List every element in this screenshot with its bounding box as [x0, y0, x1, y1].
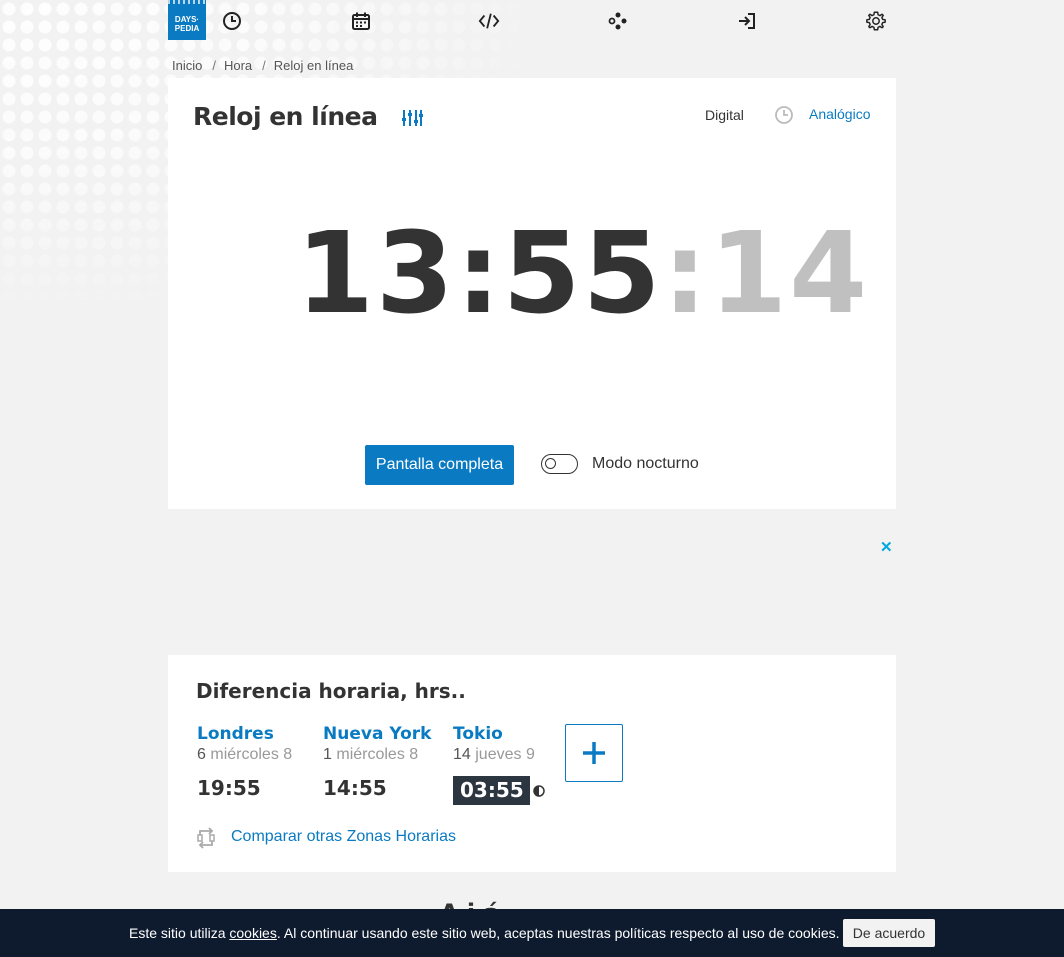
mode-analog-link[interactable]: Analógico [809, 106, 871, 122]
city-diff-hours: 6 [197, 746, 206, 763]
logo-text-top: DAYS· [174, 15, 200, 24]
analog-clock-icon [774, 105, 794, 130]
time-seconds: :14 [662, 209, 870, 339]
fullscreen-button[interactable]: Pantalla completa [365, 445, 514, 485]
logo-text-bottom: PEDIA [174, 24, 200, 33]
compare-time-zones-link[interactable]: Comparar otras Zonas Horarias [231, 828, 456, 846]
city-time: 14:55 [323, 776, 387, 800]
clock-icon[interactable] [221, 10, 243, 32]
city-weekday: jueves 9 [475, 746, 535, 763]
night-mode-toggle[interactable] [541, 454, 578, 474]
city-time: 19:55 [197, 776, 261, 800]
city-weekday: miércoles 8 [210, 746, 293, 763]
city-date: 14 jueves 9 [453, 746, 545, 770]
toggle-knob [545, 458, 556, 469]
city-date: 6 miércoles 8 [197, 746, 292, 770]
cookie-text-after: . Al continuar usando este sitio web, ac… [276, 925, 840, 941]
mode-digital-label[interactable]: Digital [705, 107, 744, 123]
breadcrumb-home[interactable]: Inicio [172, 58, 202, 73]
time-difference-title: Diferencia horaria, hrs.. [196, 679, 466, 703]
time-hours-minutes: 13:55 [296, 209, 663, 339]
night-mode-label: Modo nocturno [592, 455, 699, 472]
cookie-consent-bar: Este sitio utiliza cookies. Al continuar… [0, 909, 1064, 957]
cookie-text-before: Este sitio utiliza [129, 925, 230, 941]
moon-icon [532, 784, 545, 802]
breadcrumb: Inicio / Hora / Reloj en línea [172, 58, 353, 73]
city-london: Londres 6 miércoles 8 19:55 [197, 724, 292, 800]
add-city-button[interactable] [565, 724, 623, 782]
city-tokyo: Tokio 14 jueves 9 03:55 [453, 724, 545, 805]
code-icon[interactable] [478, 10, 500, 32]
login-icon[interactable] [736, 10, 758, 32]
breadcrumb-current: Reloj en línea [273, 58, 354, 73]
sliders-icon[interactable] [401, 108, 423, 133]
gamepad-icon[interactable] [607, 10, 629, 32]
cookie-message: Este sitio utiliza cookies. Al continuar… [129, 925, 840, 941]
breadcrumb-separator: / [262, 58, 266, 73]
city-name[interactable]: Nueva York [323, 724, 431, 746]
city-weekday: miércoles 8 [336, 746, 419, 763]
breadcrumb-separator: / [212, 58, 216, 73]
digital-time-display: 13:55:14 [296, 218, 867, 330]
ad-close-icon[interactable]: ✕ [880, 538, 893, 556]
accept-cookies-button[interactable]: De acuerdo [843, 919, 935, 947]
city-name[interactable]: Tokio [453, 724, 545, 746]
city-date: 1 miércoles 8 [323, 746, 431, 770]
clock-card: Reloj en línea Digital Analógico 13:55:1… [168, 78, 896, 509]
city-time-night: 03:55 [453, 776, 530, 805]
breadcrumb-hora[interactable]: Hora [224, 58, 252, 73]
city-new-york: Nueva York 1 miércoles 8 14:55 [323, 724, 431, 800]
daypedia-logo[interactable]: DAYS· PEDIA [168, 0, 206, 40]
page-title: Reloj en línea [193, 102, 378, 131]
time-difference-card: Diferencia horaria, hrs.. Londres 6 miér… [168, 655, 896, 872]
cookies-link[interactable]: cookies [229, 925, 276, 941]
top-navigation: DAYS· PEDIA [168, 0, 896, 40]
gear-icon[interactable] [865, 10, 887, 32]
calendar-icon[interactable] [350, 10, 372, 32]
plus-icon [583, 742, 605, 764]
city-diff-hours: 1 [323, 746, 332, 763]
city-name[interactable]: Londres [197, 724, 292, 746]
compare-icon [195, 827, 217, 854]
city-diff-hours: 14 [453, 746, 471, 763]
